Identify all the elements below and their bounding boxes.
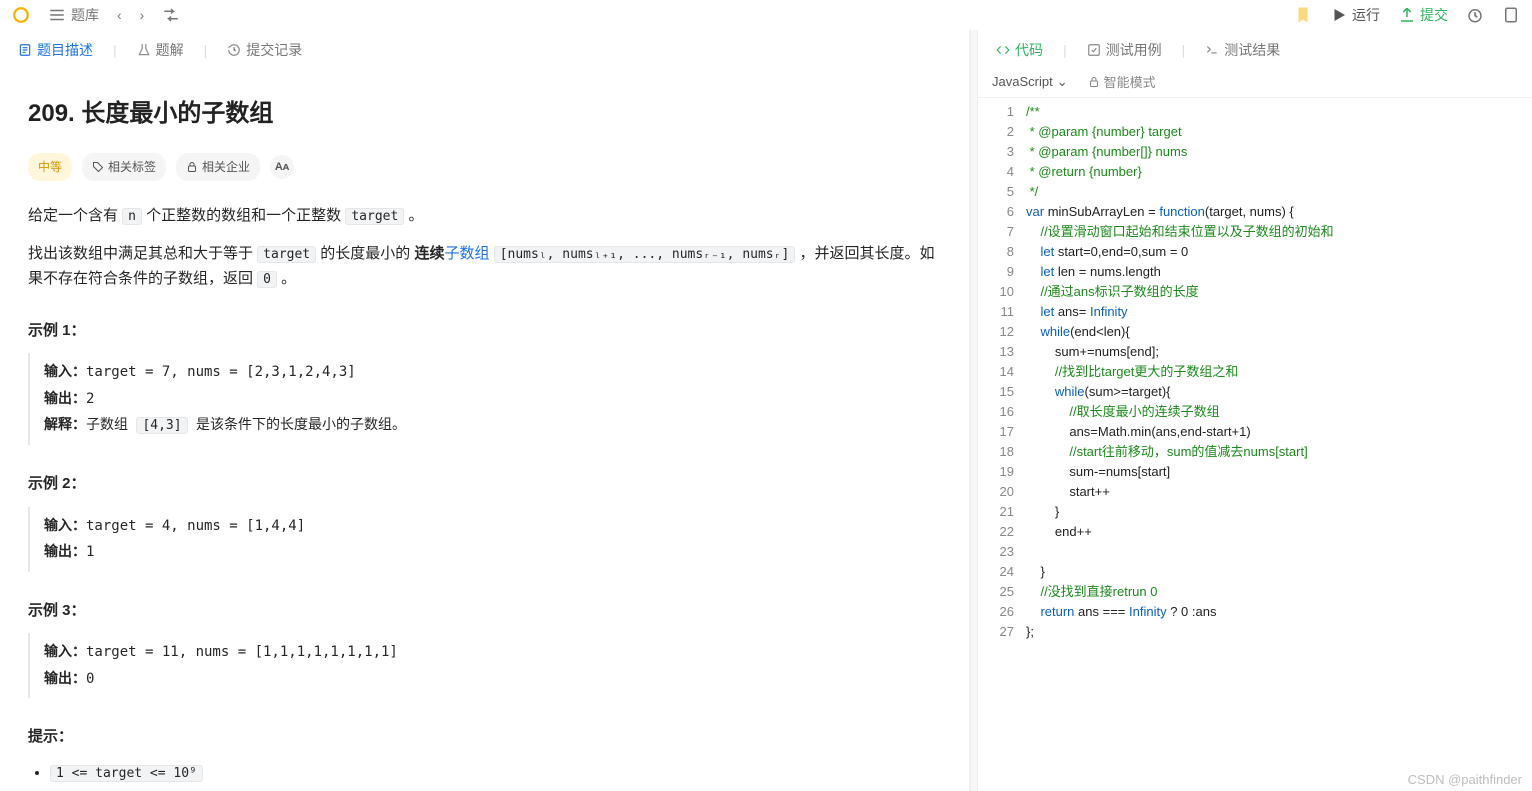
tab-result[interactable]: 测试结果 [1205,40,1280,60]
tab-records[interactable]: 提交记录 [227,40,302,60]
problem-paragraph: 找出该数组中满足其总和大于等于 target 的长度最小的 连续子数组 [num… [28,241,941,292]
font-button[interactable]: Aᴀ [270,155,294,179]
tags-button[interactable]: 相关标签 [82,153,166,181]
example-block: 输入：target = 7, nums = [2,3,1,2,4,3] 输出：2… [28,353,941,445]
chevron-down-icon: ⌄ [1057,74,1068,90]
logo-icon [12,6,30,24]
terminal-icon [1205,43,1219,57]
check-square-icon [1087,43,1101,57]
tab-description[interactable]: 题目描述 [18,40,93,60]
tab-solution[interactable]: 题解 [137,40,184,60]
history-icon [227,43,241,57]
problem-paragraph: 给定一个含有 n 个正整数的数组和一个正整数 target 。 [28,203,941,229]
list-icon [48,6,66,24]
tab-testcase[interactable]: 测试用例 [1087,40,1162,60]
random-icon[interactable] [162,6,180,24]
flask-icon [137,43,151,57]
notes-icon[interactable] [1502,6,1520,24]
problem-title: 209. 长度最小的子数组 [28,94,941,135]
timer-icon[interactable] [1466,6,1484,24]
smart-mode[interactable]: 智能模式 [1088,72,1156,91]
difficulty-badge: 中等 [28,153,72,181]
submit-button[interactable]: 提交 [1398,5,1448,25]
library-link[interactable]: 题库 [48,5,99,25]
lock-icon [186,161,198,173]
next-button[interactable]: › [140,7,145,23]
problem-tabs: 题目描述 | 题解 | 提交记录 [0,30,969,64]
example-heading: 示例 2： [28,471,941,497]
code-icon [996,43,1010,57]
bookmark-icon[interactable] [1294,6,1312,24]
code-tabs: 代码 | 测试用例 | 测试结果 [978,30,1532,64]
line-gutter: 1234567891011121314151617181920212223242… [978,98,1024,791]
code-area[interactable]: /** * @param {number} target * @param {n… [1024,98,1532,791]
lock-icon [1088,76,1100,88]
resize-handle[interactable] [970,30,978,791]
tag-icon [92,161,104,173]
tab-code[interactable]: 代码 [996,40,1043,60]
watermark: CSDN @paithfinder [1408,772,1522,787]
example-heading: 示例 1： [28,318,941,344]
prev-button[interactable]: ‹ [117,7,122,23]
code-editor[interactable]: 1234567891011121314151617181920212223242… [978,98,1532,791]
run-button[interactable]: 运行 [1330,5,1380,25]
hint-item: 1 <= target <= 10⁹ [50,760,941,786]
example-block: 输入：target = 4, nums = [1,4,4] 输出：1 [28,507,941,572]
example-heading: 示例 3： [28,598,941,624]
hint-heading: 提示： [28,724,941,750]
top-toolbar: 题库 ‹ › 运行 提交 [0,0,1532,30]
description-icon [18,43,32,57]
subarray-link[interactable]: 子数组 [445,245,490,262]
example-block: 输入：target = 11, nums = [1,1,1,1,1,1,1,1]… [28,633,941,698]
problem-content: 209. 长度最小的子数组 中等 相关标签 相关企业 Aᴀ 给定一个含有 n 个… [0,64,969,791]
language-select[interactable]: JavaScript ⌄ [992,74,1068,90]
company-button[interactable]: 相关企业 [176,153,260,181]
